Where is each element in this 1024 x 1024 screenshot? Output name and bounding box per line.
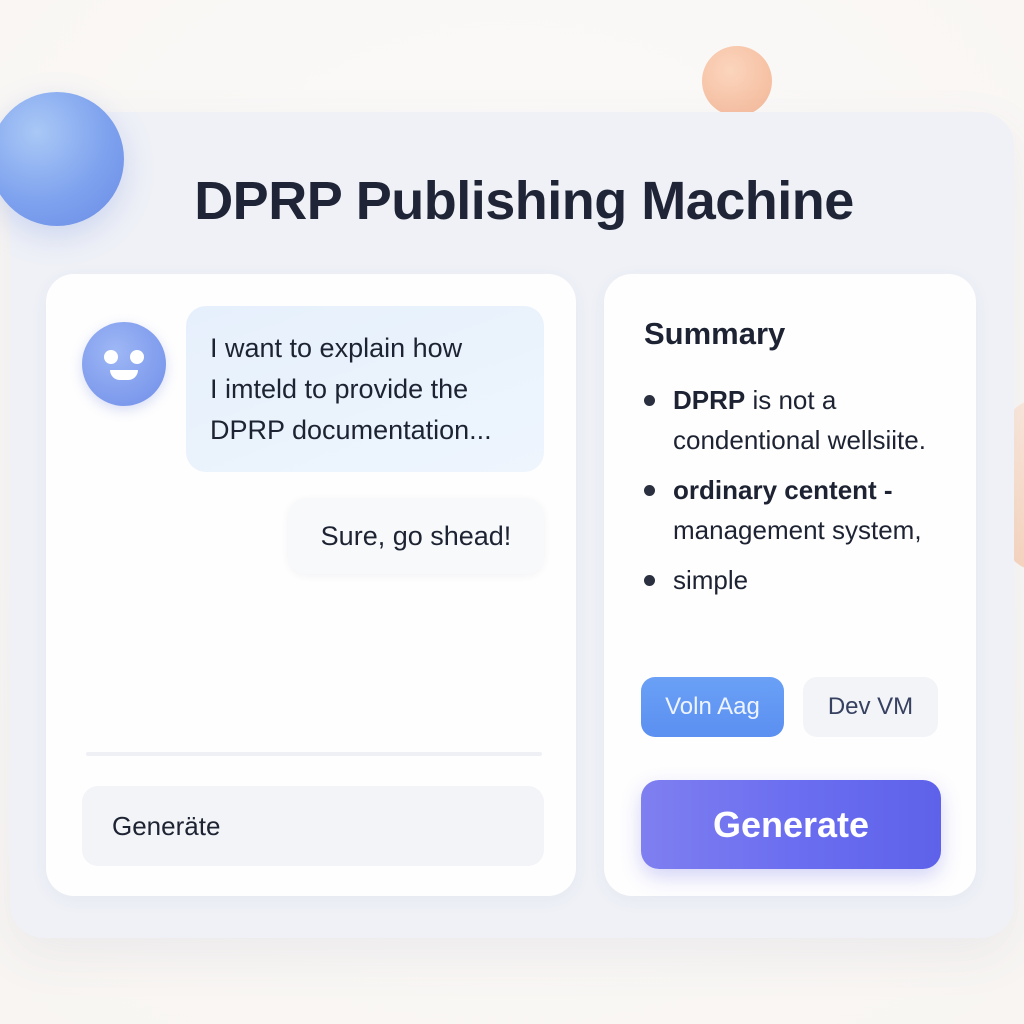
user-message-line: DPRP documentation... xyxy=(210,415,492,445)
user-message-line: I imteld to provide the xyxy=(210,374,469,404)
decorative-orb-peach xyxy=(702,46,772,116)
summary-title: Summary xyxy=(644,316,786,351)
divider xyxy=(86,752,542,756)
tag-button-secondary[interactable]: Dev VM xyxy=(803,677,938,737)
user-message-bubble: I want to explain how I imteld to provid… xyxy=(186,306,544,472)
summary-item: ordinary centent - management system, xyxy=(644,470,964,550)
tag-button-primary[interactable]: Voln Aag xyxy=(641,677,784,737)
page-title: DPRP Publishing Machine xyxy=(194,171,854,231)
summary-item-bold: DPRP xyxy=(673,385,746,415)
avatar-smile xyxy=(110,370,138,380)
summary-list: DPRP is not a condentional wellsiite. or… xyxy=(644,380,964,610)
summary-item: simple xyxy=(644,560,964,600)
smiley-bot-icon xyxy=(82,322,166,406)
bot-reply-bubble: Sure, go shead! xyxy=(288,498,544,574)
summary-item: DPRP is not a condentional wellsiite. xyxy=(644,380,964,460)
stage: DPRP Publishing Machine I want to explai… xyxy=(0,0,1024,1024)
user-message-line: I want to explain how xyxy=(210,333,463,363)
generate-input[interactable] xyxy=(82,786,544,866)
summary-item-bold: ordinary centent - xyxy=(673,475,893,505)
summary-item-text: simple xyxy=(673,565,749,595)
bullet-dot-icon xyxy=(644,395,655,406)
generate-button[interactable]: Generate xyxy=(641,780,941,869)
bullet-dot-icon xyxy=(644,485,655,496)
summary-item-text: management system, xyxy=(673,515,922,545)
avatar-eye-right xyxy=(130,350,144,364)
avatar-eye-left xyxy=(104,350,118,364)
bullet-dot-icon xyxy=(644,575,655,586)
